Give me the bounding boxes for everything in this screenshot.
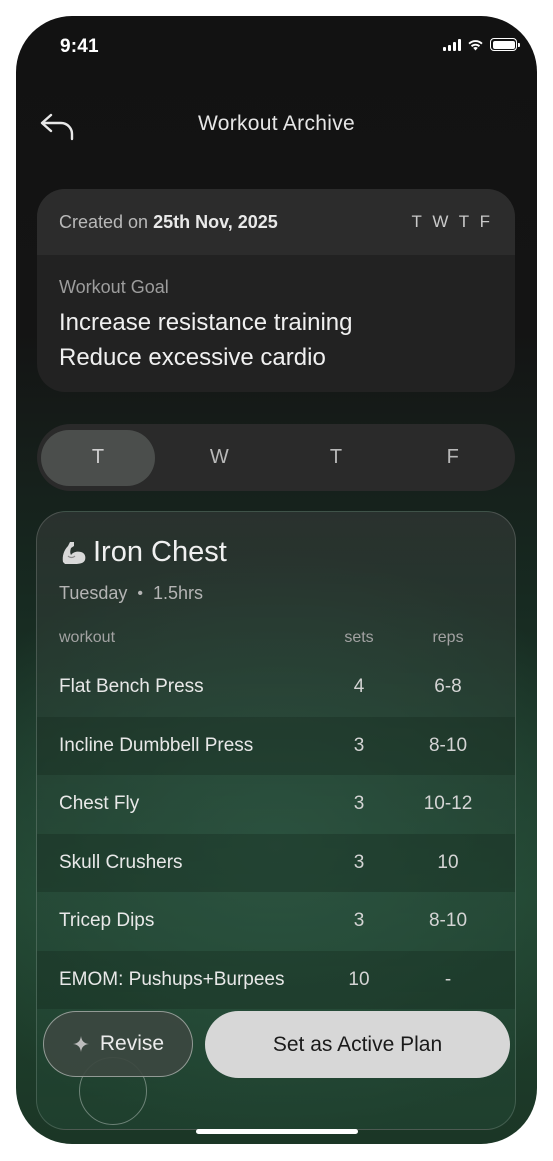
- status-icons: [443, 38, 520, 51]
- exercise-name: Chest Fly: [59, 793, 140, 815]
- created-date: 25th Nov, 2025: [153, 211, 278, 232]
- signal-icon: [443, 38, 461, 51]
- separator-dot: •: [137, 584, 143, 602]
- created-on-text: Created on 25th Nov, 2025: [59, 212, 278, 233]
- day-tab-friday[interactable]: F: [394, 430, 511, 486]
- revise-button[interactable]: Revise: [43, 1011, 193, 1077]
- table-row: EMOM: Pushups+Burpees 10 -: [37, 950, 515, 1009]
- sparkle-icon: [72, 1036, 89, 1052]
- workout-meta: Tuesday • 1.5hrs: [59, 583, 203, 604]
- phone-screen: 9:41 Workout Archive Created on 25th Nov…: [16, 16, 537, 1144]
- flexed-biceps-icon: [62, 541, 86, 564]
- goal-label: Workout Goal: [59, 277, 169, 297]
- plan-info-card: Created on 25th Nov, 2025 T W T F Workou…: [37, 189, 515, 392]
- workout-day: Tuesday: [59, 583, 128, 603]
- table-row: Flat Bench Press 4 6-8: [37, 658, 515, 717]
- exercise-reps: 8-10: [428, 734, 468, 756]
- day-tab-thursday[interactable]: T: [278, 430, 395, 486]
- plan-days: T W T F: [411, 212, 493, 231]
- home-indicator: [196, 1129, 358, 1134]
- exercise-name: Incline Dumbbell Press: [59, 734, 254, 756]
- goal-line: Increase resistance training: [59, 309, 353, 336]
- exercise-reps: -: [444, 968, 452, 990]
- exercise-name: Tricep Dips: [59, 910, 155, 932]
- exercise-sets: 3: [353, 851, 365, 873]
- exercise-reps: 10: [437, 851, 459, 873]
- exercise-sets: 4: [353, 676, 365, 698]
- workout-duration: 1.5hrs: [152, 583, 204, 603]
- exercise-reps: 8-10: [428, 910, 468, 932]
- exercise-reps: 10-12: [423, 793, 473, 815]
- workout-title-row: Iron Chest: [59, 536, 227, 569]
- table-row: Skull Crushers 3 10: [37, 833, 515, 892]
- exercise-name: Skull Crushers: [59, 851, 183, 873]
- revise-label: Revise: [99, 1032, 165, 1055]
- exercise-name: EMOM: Pushups+Burpees: [59, 968, 285, 990]
- table-row: Chest Fly 3 10-12: [37, 775, 515, 834]
- day-tab-wednesday[interactable]: W: [161, 430, 278, 486]
- workout-title: Iron Chest: [93, 536, 227, 568]
- page-title: Workout Archive: [197, 112, 355, 135]
- column-workout: workout: [59, 629, 116, 646]
- plan-info-header: Created on 25th Nov, 2025 T W T F: [37, 189, 515, 255]
- exercise-name: Flat Bench Press: [59, 676, 204, 698]
- column-sets: sets: [344, 629, 374, 646]
- set-active-plan-button[interactable]: Set as Active Plan: [205, 1011, 510, 1078]
- exercise-table: Flat Bench Press 4 6-8 Incline Dumbbell …: [37, 658, 515, 1009]
- column-reps: reps: [432, 629, 464, 646]
- exercise-sets: 3: [353, 910, 365, 932]
- table-header: workout sets reps: [37, 629, 515, 653]
- day-selector: T W T F: [37, 424, 515, 491]
- exercise-reps: 6-8: [434, 676, 462, 698]
- day-tab-tuesday[interactable]: T: [41, 429, 155, 486]
- exercise-sets: 3: [353, 793, 365, 815]
- battery-icon: [490, 38, 520, 51]
- created-prefix: Created on: [59, 211, 149, 232]
- table-row: Incline Dumbbell Press 3 8-10: [37, 716, 515, 775]
- exercise-sets: 3: [353, 734, 365, 756]
- status-time: 9:41: [60, 36, 99, 57]
- exercise-sets: 10: [348, 968, 370, 990]
- table-row: Tricep Dips 3 8-10: [37, 892, 515, 951]
- wifi-icon: [468, 40, 483, 51]
- goal-line: Reduce excessive cardio: [59, 344, 326, 371]
